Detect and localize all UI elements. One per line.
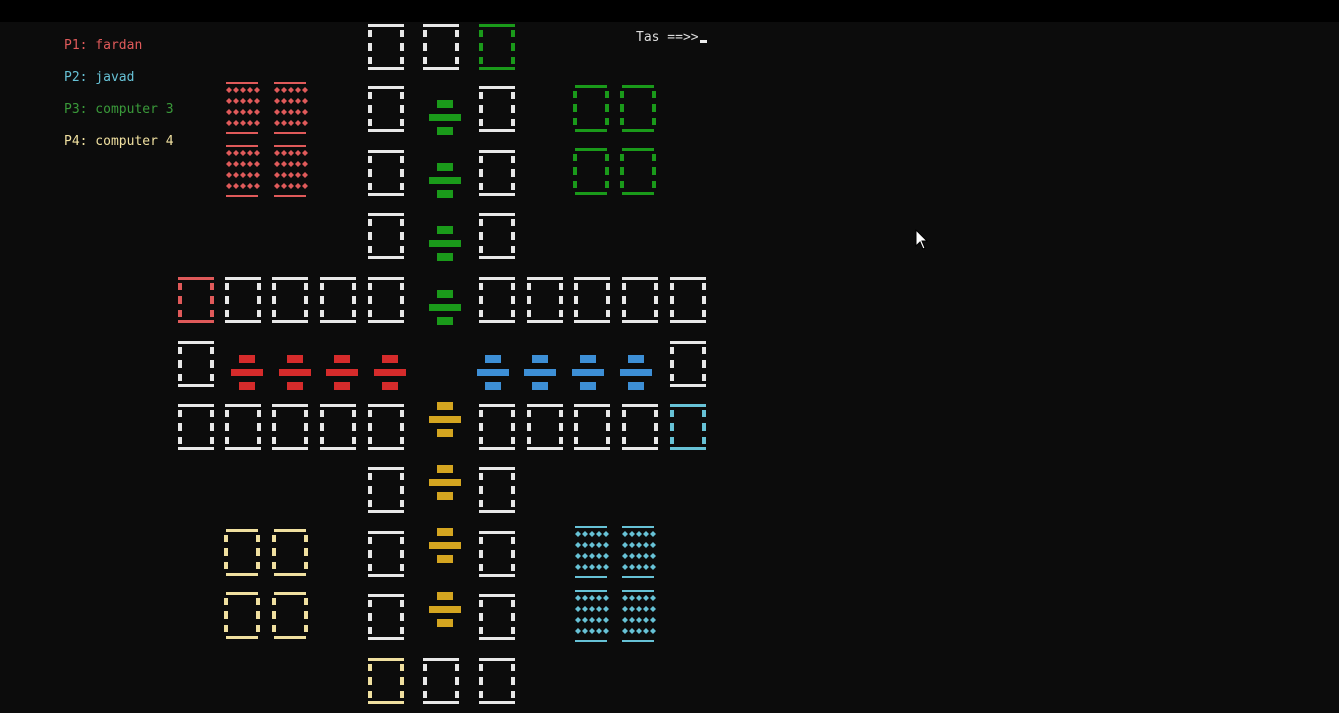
board-cell xyxy=(270,275,310,325)
red-start-cell xyxy=(176,275,216,325)
board-cell xyxy=(421,656,461,706)
blue-home-stretch-4 xyxy=(619,353,653,397)
mouse-pointer-icon xyxy=(915,228,929,255)
board-cell xyxy=(318,402,358,452)
board-cell xyxy=(366,84,406,134)
board-cell xyxy=(477,465,517,515)
board-cell xyxy=(366,465,406,515)
yellow-home-stretch-2 xyxy=(428,463,462,507)
blue-home-stretch-1 xyxy=(476,353,510,397)
green-home-slot-4 xyxy=(618,146,658,202)
board-cell xyxy=(176,402,216,452)
yellow-home-stretch-4 xyxy=(428,590,462,634)
board-cell xyxy=(223,402,263,452)
dice-prompt[interactable]: Tas ==>> xyxy=(636,30,707,45)
board-cell xyxy=(366,211,406,261)
red-home-token-1 xyxy=(222,80,262,136)
red-home-stretch-4 xyxy=(373,353,407,397)
board-cell xyxy=(525,275,565,325)
player-3-label: P3: computer 3 xyxy=(64,102,174,117)
board-cell xyxy=(421,22,461,72)
red-home-stretch-3 xyxy=(325,353,359,397)
board-cell xyxy=(366,402,406,452)
green-home-slot-1 xyxy=(571,83,611,139)
red-home-stretch-1 xyxy=(230,353,264,397)
board-cell xyxy=(176,339,216,389)
window-titlebar xyxy=(0,0,1339,22)
board-cell xyxy=(668,339,708,389)
green-home-stretch-2 xyxy=(428,161,462,205)
yellow-home-slot-3 xyxy=(222,590,262,646)
board-cell xyxy=(477,592,517,642)
board-cell xyxy=(366,529,406,579)
yellow-home-stretch-3 xyxy=(428,526,462,570)
yellow-home-slot-2 xyxy=(270,527,310,583)
player-list: P1: fardan P2: javad P3: computer 3 P4: … xyxy=(64,30,174,158)
player-2-label: P2: javad xyxy=(64,70,135,85)
yellow-home-stretch-1 xyxy=(428,400,462,444)
board-cell xyxy=(572,275,612,325)
board-cell xyxy=(620,275,660,325)
board-cell xyxy=(477,656,517,706)
board-cell xyxy=(477,148,517,198)
board-cell xyxy=(620,402,660,452)
board-cell xyxy=(366,275,406,325)
blue-home-token-4 xyxy=(618,588,658,644)
red-home-token-3 xyxy=(222,143,262,199)
red-home-token-4 xyxy=(270,143,310,199)
board-cell xyxy=(525,402,565,452)
red-home-token-2 xyxy=(270,80,310,136)
text-cursor xyxy=(699,40,707,43)
green-start-cell xyxy=(477,22,517,72)
red-home-stretch-2 xyxy=(278,353,312,397)
board-cell xyxy=(477,529,517,579)
board-cell xyxy=(223,275,263,325)
blue-home-token-1 xyxy=(571,524,611,580)
board-cell xyxy=(477,275,517,325)
green-home-slot-3 xyxy=(571,146,611,202)
yellow-home-slot-1 xyxy=(222,527,262,583)
blue-home-token-2 xyxy=(618,524,658,580)
yellow-start-cell xyxy=(366,656,406,706)
green-home-stretch-4 xyxy=(428,288,462,332)
board-cell xyxy=(477,402,517,452)
yellow-home-slot-4 xyxy=(270,590,310,646)
board-cell xyxy=(270,402,310,452)
board-cell xyxy=(668,275,708,325)
green-home-stretch-3 xyxy=(428,224,462,268)
blue-home-stretch-3 xyxy=(571,353,605,397)
board-cell xyxy=(318,275,358,325)
blue-home-token-3 xyxy=(571,588,611,644)
board-cell xyxy=(366,22,406,72)
blue-start-cell xyxy=(668,402,708,452)
board-cell xyxy=(572,402,612,452)
board-cell xyxy=(477,211,517,261)
player-4-label: P4: computer 4 xyxy=(64,134,174,149)
player-1-label: P1: fardan xyxy=(64,38,143,53)
green-home-slot-2 xyxy=(618,83,658,139)
board-cell xyxy=(366,592,406,642)
board-cell xyxy=(477,84,517,134)
green-home-stretch-1 xyxy=(428,98,462,142)
board-cell xyxy=(366,148,406,198)
dice-prompt-text: Tas ==>> xyxy=(636,30,699,45)
blue-home-stretch-2 xyxy=(523,353,557,397)
